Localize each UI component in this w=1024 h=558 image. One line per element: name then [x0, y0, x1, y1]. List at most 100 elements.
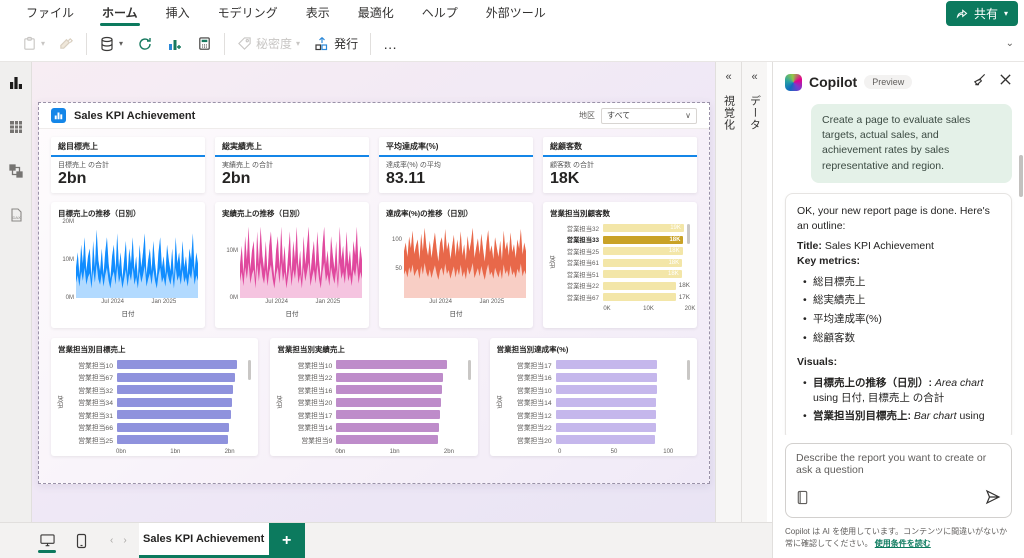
new-visual-button[interactable]: [167, 36, 183, 52]
next-page-icon[interactable]: ›: [123, 535, 126, 546]
menu-item-4[interactable]: モデリング: [206, 0, 290, 26]
report-view-icon[interactable]: [7, 74, 25, 92]
bar-row[interactable]: 営業担当10: [67, 358, 251, 371]
menu-item-8[interactable]: 外部ツール: [474, 0, 558, 26]
scrollbar-thumb[interactable]: [248, 360, 251, 380]
chart-actual-trend[interactable]: 実績売上の推移（日別）0M10MJul 2024Jan 2025日付: [215, 202, 369, 328]
bar-row[interactable]: 営業担当3318K: [559, 234, 690, 246]
bar-category-label: 営業担当31: [67, 410, 117, 420]
chart-rate-trend[interactable]: 達成率(%)の推移（日別）50100Jul 2024Jan 2025日付: [379, 202, 533, 328]
chart-target-by-rep[interactable]: 営業担当別目標売上氏名営業担当10営業担当67営業担当32営業担当34営業担当3…: [51, 338, 258, 456]
kpi-card[interactable]: 総実績売上実績売上 の合計2bn: [215, 137, 369, 193]
kpi-value: 18K: [550, 170, 690, 188]
close-icon[interactable]: [999, 73, 1012, 91]
get-data-button[interactable]: ▾: [99, 36, 123, 52]
bar-category-label: 営業担当61: [559, 258, 603, 267]
previous-page-icon[interactable]: ‹: [110, 535, 113, 546]
metric-item: 総顧客数: [803, 331, 1000, 346]
send-icon[interactable]: [985, 489, 1001, 510]
prompt-guide-icon[interactable]: [796, 490, 809, 510]
bar-row[interactable]: 営業担当25: [67, 433, 251, 446]
kpi-card[interactable]: 総顧客数顧客数 の合計18K: [543, 137, 697, 193]
new-page-button[interactable]: +: [269, 523, 305, 558]
new-measure-button[interactable]: [197, 36, 212, 51]
publish-button[interactable]: 発行: [314, 35, 358, 52]
bar-row[interactable]: 営業担当6717K: [559, 291, 690, 303]
copilot-prompt-input[interactable]: [796, 452, 1001, 482]
bar-row[interactable]: 営業担当16: [286, 383, 470, 396]
clear-chat-icon[interactable]: [972, 72, 987, 92]
bar-row[interactable]: 営業担当16: [506, 371, 690, 384]
bar-row[interactable]: 営業担当17: [286, 408, 470, 421]
scrollbar-thumb[interactable]: [687, 224, 690, 244]
expand-panel-icon[interactable]: «: [725, 72, 731, 83]
copilot-input-card: [785, 443, 1012, 518]
report-page[interactable]: Sales KPI Achievement 地区 すべて ∨ 総目標売上目標売上…: [38, 102, 710, 484]
bar-row[interactable]: 営業担当6118K: [559, 257, 690, 269]
chart-rate-by-rep[interactable]: 営業担当別達成率(%)氏名営業担当17営業担当16営業担当10営業担当14営業担…: [490, 338, 697, 456]
metric-item: 平均達成率(%): [803, 312, 1000, 327]
visual-item: 営業担当別目標売上: Bar chart using: [803, 409, 1000, 424]
menu-item-3[interactable]: 挿入: [154, 0, 202, 26]
mobile-view-button[interactable]: [64, 523, 98, 558]
bar-row[interactable]: 営業担当31: [67, 408, 251, 421]
share-button[interactable]: 共有 ▾: [946, 1, 1018, 26]
kpi-card[interactable]: 平均達成率(%)達成率(%) の平均83.11: [379, 137, 533, 193]
bar-row[interactable]: 営業担当34: [67, 396, 251, 409]
refresh-button[interactable]: [137, 36, 153, 52]
menu-item-2[interactable]: ホーム: [90, 0, 150, 26]
bar-row[interactable]: 営業担当10: [286, 358, 470, 371]
desktop-view-button[interactable]: [30, 523, 64, 558]
bar-row[interactable]: 営業担当10: [506, 383, 690, 396]
menu-item-6[interactable]: 最適化: [346, 0, 406, 26]
table-view-icon[interactable]: [7, 118, 25, 136]
paste-button[interactable]: ▾: [22, 36, 45, 51]
scrollbar-thumb[interactable]: [468, 360, 471, 380]
chart-actual-by-rep[interactable]: 営業担当別実績売上氏名営業担当10営業担当22営業担当16営業担当20営業担当1…: [270, 338, 477, 456]
bar-row[interactable]: 営業担当22: [506, 421, 690, 434]
bar-row[interactable]: 営業担当14: [286, 421, 470, 434]
dax-query-view-icon[interactable]: DAX: [7, 206, 25, 224]
bar-row[interactable]: 営業担当9: [286, 433, 470, 446]
menu-item-7[interactable]: ヘルプ: [410, 0, 470, 26]
bar-row[interactable]: 営業担当5118K: [559, 268, 690, 280]
bar-row[interactable]: 営業担当17: [506, 358, 690, 371]
bar-row[interactable]: 営業担当2218K: [559, 280, 690, 292]
bar-category-label: 営業担当20: [286, 397, 336, 407]
chart-customers-by-rep[interactable]: 営業担当別顧客数氏名営業担当3219K営業担当3318K営業担当2518K営業担…: [543, 202, 697, 328]
terms-link[interactable]: 使用条件を読む: [875, 539, 931, 548]
slicer-dropdown[interactable]: すべて ∨: [601, 108, 697, 124]
plus-icon: +: [282, 532, 291, 550]
menu-item-1[interactable]: ファイル: [14, 0, 86, 26]
sensitivity-button[interactable]: 秘密度 ▾: [237, 35, 300, 52]
model-view-icon[interactable]: [7, 162, 25, 180]
bar-row[interactable]: 営業担当2518K: [559, 245, 690, 257]
format-painter-button[interactable]: [59, 36, 74, 51]
collapse-ribbon-button[interactable]: ⌄: [1006, 38, 1014, 49]
bar-row[interactable]: 営業担当3219K: [559, 222, 690, 234]
metric-item: 総目標売上: [803, 275, 1000, 290]
report-canvas[interactable]: Sales KPI Achievement 地区 すべて ∨ 総目標売上目標売上…: [32, 62, 715, 522]
bar-row[interactable]: 営業担当32: [67, 383, 251, 396]
bar-row[interactable]: 営業担当67: [67, 371, 251, 384]
bar-row[interactable]: 営業担当20: [506, 433, 690, 446]
menu-item-5[interactable]: 表示: [294, 0, 342, 26]
kpi-card[interactable]: 総目標売上目標売上 の合計2bn: [51, 137, 205, 193]
bar-row[interactable]: 営業担当20: [286, 396, 470, 409]
kpi-subtitle: 達成率(%) の平均: [386, 160, 526, 170]
page-tab[interactable]: Sales KPI Achievement: [139, 523, 269, 558]
copilot-conversation[interactable]: Create a page to evaluate sales targets,…: [773, 100, 1024, 435]
bar-row[interactable]: 営業担当12: [506, 408, 690, 421]
chart-target-trend[interactable]: 目標売上の推移（日別）0M10M20MJul 2024Jan 2025日付: [51, 202, 205, 328]
more-options-button[interactable]: …: [383, 36, 398, 52]
bar-row[interactable]: 営業担当14: [506, 396, 690, 409]
y-axis-label: 氏名: [58, 358, 67, 446]
report-title-icon: [51, 108, 66, 123]
scrollbar-thumb[interactable]: [1019, 155, 1023, 197]
expand-panel-icon[interactable]: «: [751, 72, 757, 83]
bar-row[interactable]: 営業担当22: [286, 371, 470, 384]
new-visual-icon: [167, 36, 183, 52]
bar-row[interactable]: 営業担当66: [67, 421, 251, 434]
scrollbar-thumb[interactable]: [687, 360, 690, 380]
bar-rows: 営業担当17営業担当16営業担当10営業担当14営業担当12営業担当22営業担当…: [506, 358, 690, 446]
